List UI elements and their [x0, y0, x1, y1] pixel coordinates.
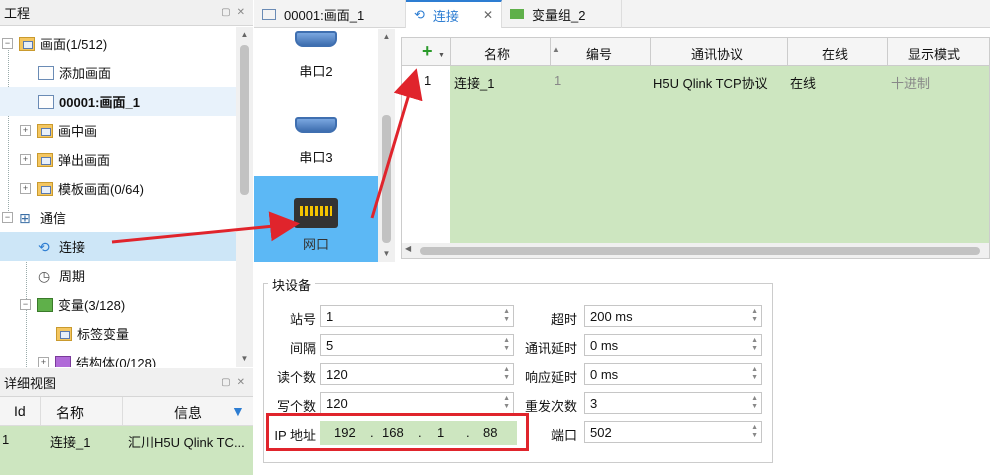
annotation-arrows: [111, 68, 423, 244]
annotation-arrow-2: [370, 68, 423, 219]
annotation-arrow-1: [111, 211, 300, 244]
